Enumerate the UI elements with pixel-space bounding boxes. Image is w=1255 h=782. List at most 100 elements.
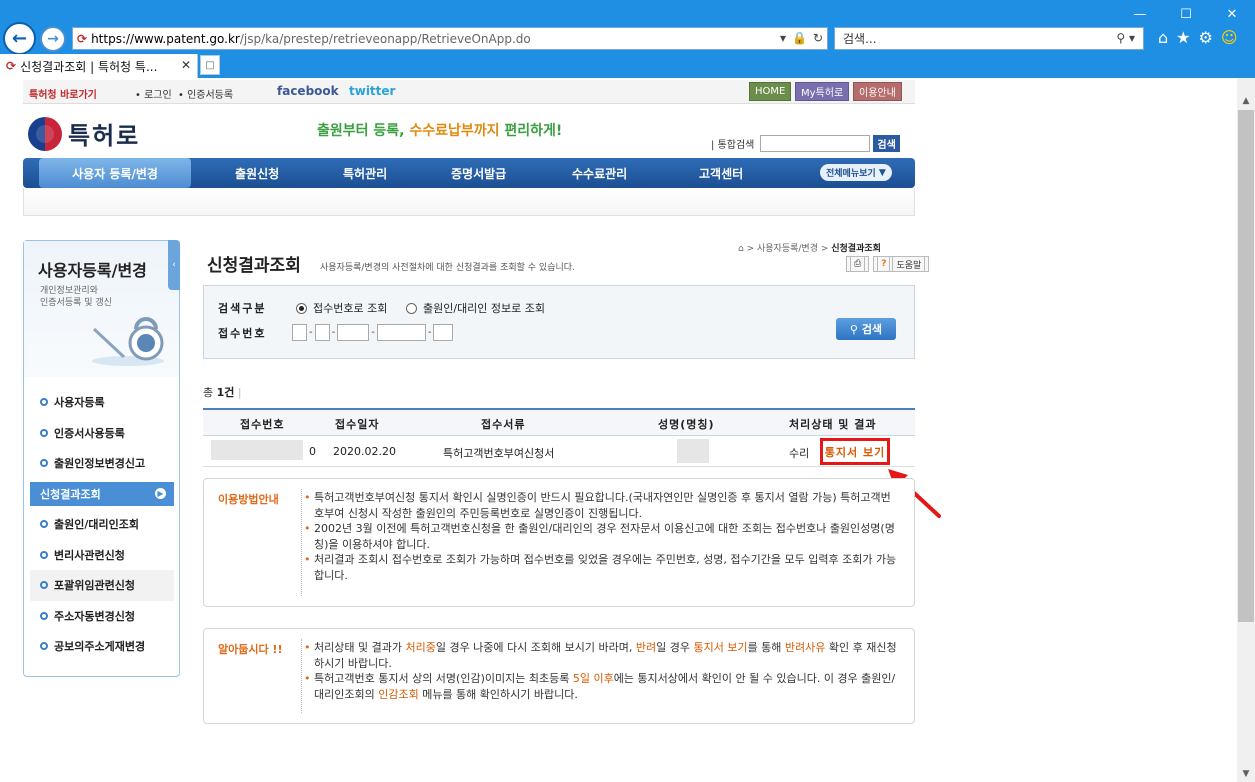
question-icon: ?	[877, 256, 891, 272]
maximize-icon[interactable]: ☐	[1163, 0, 1209, 28]
help-label: 도움말	[892, 256, 926, 272]
radio-by-applicant[interactable]: 출원인/대리인 정보로 조회	[406, 300, 545, 316]
help-button[interactable]: ? 도움말	[873, 256, 930, 272]
left-nav-header: 사용자등록/변경 개인정보관리와 인증서등록 및 갱신 ‹	[24, 240, 180, 377]
home-small-icon[interactable]: ⌂	[738, 244, 744, 254]
settings-gear-icon[interactable]: ⚙	[1199, 28, 1213, 47]
view-notice-button[interactable]: 통지서 보기	[820, 438, 890, 465]
lock-icon[interactable]: 🔒	[792, 31, 807, 45]
lnb-item-label: 신청결과조회	[40, 487, 101, 501]
slogan-pre: 출원부터 등록,	[317, 123, 410, 139]
dropdown-icon[interactable]: ▾	[780, 31, 786, 45]
lnb-item-applicant-agent-inquiry[interactable]: 출원인/대리인조회	[30, 509, 174, 540]
receipt-number-part4[interactable]	[376, 324, 426, 341]
search-type-label: 검색구분	[218, 302, 267, 315]
usage-guide-item: 특허고객번호부여신청 통지서 확인시 실명인증이 반드시 필요합니다.(국내자연…	[304, 490, 900, 521]
tab-close-icon[interactable]: ✕	[181, 58, 191, 72]
login-link[interactable]: • 로그인	[135, 86, 172, 101]
lnb-item-general-power[interactable]: 포괄위임관련신청	[30, 570, 174, 601]
lnb-item-result-inquiry[interactable]: 신청결과조회 ▶	[30, 481, 174, 506]
lnb-item-gazette-address[interactable]: 공보의주소게재변경	[30, 631, 174, 662]
browser-tab[interactable]: ⟳ 신청결과조회 | 특허청 특... ✕	[0, 54, 198, 78]
receipt-number-part1[interactable]	[292, 324, 307, 341]
receipt-number-part5[interactable]	[433, 324, 454, 341]
top-utility-bar: 특허청 바로가기 • 로그인 • 인증서등록 facebook twitter …	[23, 80, 915, 104]
col-receipt-date: 접수일자	[335, 418, 380, 431]
gnb-item-patent-manage[interactable]: 특허관리	[343, 158, 387, 188]
receipt-date: 2020.02.20	[333, 445, 396, 458]
gnb-item-fee[interactable]: 수수료관리	[572, 158, 627, 188]
lnb-item-attorney[interactable]: 변리사관련신청	[30, 540, 174, 571]
collapse-left-nav-button[interactable]: ‹	[168, 240, 180, 290]
unified-search-input[interactable]	[760, 135, 871, 152]
page-description: 사용자등록/변경의 사전절차에 대한 신청결과를 조회할 수 있습니다.	[320, 263, 575, 273]
gnb-item-certificate[interactable]: 증명서발급	[451, 158, 506, 188]
scroll-thumb[interactable]	[1238, 110, 1254, 622]
search-icon[interactable]: ⚲ ▾	[1116, 31, 1135, 45]
receipt-number-inputs: - - - -	[292, 324, 454, 341]
new-tab-button[interactable]: □	[200, 55, 220, 75]
all-menu-label: 전체메뉴보기	[826, 169, 876, 179]
col-receipt-number: 접수번호	[240, 418, 285, 431]
survey-bar-partial	[203, 768, 915, 782]
gnb-item-application[interactable]: 출원신청	[235, 158, 279, 188]
receipt-number-part2[interactable]	[314, 324, 330, 341]
left-nav: 사용자등록/변경 개인정보관리와 인증서등록 및 갱신 ‹ 사용자등록 인증서사용…	[23, 240, 180, 677]
cert-register-link[interactable]: • 인증서등록	[178, 86, 233, 101]
twitter-link[interactable]: twitter	[349, 84, 395, 98]
site-logo[interactable]: 특허로	[28, 116, 140, 151]
browser-search-input[interactable]: 검색... ⚲ ▾	[834, 27, 1144, 50]
lnb-item-user-register[interactable]: 사용자등록	[30, 387, 174, 418]
site-icon: ⟳	[77, 31, 88, 46]
breadcrumb-parent[interactable]: 사용자등록/변경	[757, 244, 818, 254]
all-menu-button[interactable]: 전체메뉴보기 ▼	[820, 164, 892, 181]
home-button[interactable]: HOME	[749, 82, 792, 101]
slogan: 출원부터 등록, 수수료납부까지 편리하게!	[317, 120, 562, 140]
global-nav: 사용자 등록/변경 출원신청 특허관리 증명서발급 수수료관리 고객센터 전체메…	[23, 158, 915, 188]
url-path: /jsp/ka/prestep/retrieveonapp/RetrieveOn…	[239, 31, 531, 46]
padlock-icon	[92, 317, 164, 366]
print-button[interactable]: ⎙	[846, 256, 870, 272]
lnb-item-address-auto[interactable]: 주소자동변경신청	[30, 601, 174, 632]
vertical-scrollbar[interactable]: ▲ ▼	[1237, 78, 1255, 782]
guide-button[interactable]: 이용안내	[853, 82, 902, 101]
address-bar[interactable]: ⟳ https://www.patent.go.kr/jsp/ka/preste…	[72, 27, 828, 50]
document-name: 특허고객번호부여신청서	[443, 447, 555, 460]
radio-label: 접수번호로 조회	[313, 302, 388, 315]
back-button[interactable]: ←	[3, 22, 36, 55]
forward-button[interactable]: →	[40, 26, 66, 52]
gnb-submenu-bar	[23, 188, 915, 216]
scroll-up-icon[interactable]: ▲	[1237, 92, 1255, 109]
gnb-item-user[interactable]: 사용자 등록/변경	[39, 158, 191, 188]
minimize-icon[interactable]: —	[1117, 0, 1163, 28]
usage-guide-box: 이용방법안내 특허고객번호부여신청 통지서 확인시 실명인증이 반드시 필요합니…	[203, 478, 915, 607]
status-text: 수리	[789, 447, 810, 460]
radio-by-number[interactable]: 접수번호로 조회	[296, 300, 387, 316]
lnb-item-cert-use[interactable]: 인증서사용등록	[30, 418, 174, 449]
slogan-highlight: 수수료납부까지	[409, 123, 500, 139]
bullet-icon	[40, 581, 48, 590]
chevron-down-icon: ▼	[878, 167, 886, 178]
usage-guide-list: 특허고객번호부여신청 통지서 확인시 실명인증이 반드시 필요합니다.(국내자연…	[304, 490, 900, 583]
home-icon[interactable]: ⌂	[1158, 28, 1168, 47]
kipo-shortcut-link[interactable]: 특허청 바로가기	[29, 86, 97, 101]
receipt-number-part3[interactable]	[337, 324, 370, 341]
lnb-item-applicant-change[interactable]: 출원인정보변경신고	[30, 448, 174, 479]
facebook-link[interactable]: facebook	[277, 84, 339, 98]
url-host: https://www.patent.go.kr	[91, 31, 240, 46]
total-count: 총 1건 |	[203, 386, 242, 399]
gnb-item-customer[interactable]: 고객센터	[699, 158, 743, 188]
feedback-smiley-icon[interactable]: ☺	[1221, 28, 1238, 47]
search-button[interactable]: ⚲ 검색	[836, 318, 896, 340]
table-header: 접수번호 접수일자 접수서류 성명(명칭) 처리상태 및 결과	[203, 410, 915, 436]
refresh-icon[interactable]: ↻	[813, 31, 823, 45]
lnb-item-label: 출원인/대리인조회	[54, 518, 139, 532]
scroll-down-icon[interactable]: ▼	[1237, 765, 1255, 782]
close-icon[interactable]: ✕	[1209, 0, 1255, 28]
unified-search-button[interactable]: 검색	[873, 135, 900, 152]
favorites-star-icon[interactable]: ★	[1176, 28, 1190, 47]
left-nav-list: 사용자등록 인증서사용등록 출원인정보변경신고 신청결과조회 ▶ 출원인/대리인조…	[30, 387, 174, 662]
lnb-item-label: 사용자등록	[54, 396, 105, 410]
my-patent-button[interactable]: My특허로	[795, 82, 850, 101]
web-page: 특허청 바로가기 • 로그인 • 인증서등록 facebook twitter …	[0, 78, 1237, 782]
